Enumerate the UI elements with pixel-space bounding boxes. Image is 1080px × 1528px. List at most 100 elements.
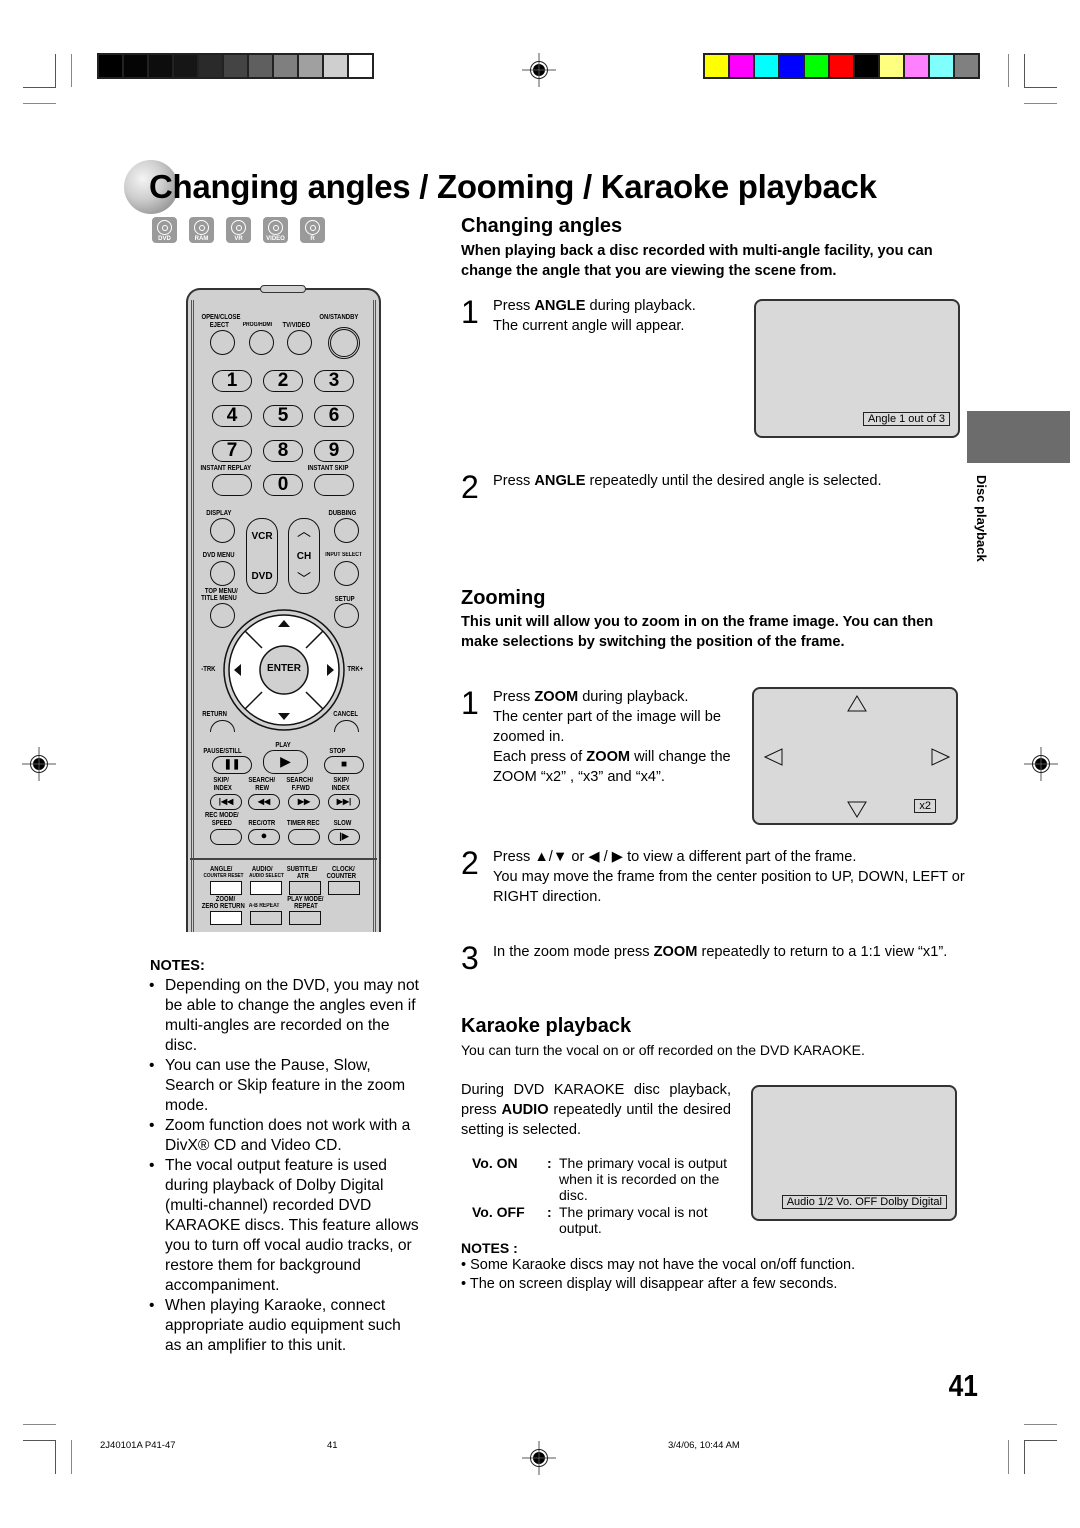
clock-counter-button <box>328 881 360 895</box>
label-tv-video: TV/VIDEO <box>282 322 311 329</box>
color-swatch <box>805 55 828 77</box>
zoom-button <box>210 911 242 925</box>
registration-mark-icon <box>522 53 556 87</box>
digit-4-button: 4 <box>212 405 252 427</box>
zoom-screen-illustration: x2 <box>752 687 958 825</box>
color-swatch <box>730 55 753 77</box>
digit-1-button: 1 <box>212 370 252 392</box>
registration-mark-icon <box>22 747 56 781</box>
key-zoom: ZOOM <box>534 689 579 705</box>
digit-2-button: 2 <box>263 370 303 392</box>
label-pause-still: PAUSE/STILL <box>203 748 242 755</box>
note-item: You can use the Pause, Slow, Search or S… <box>149 1056 419 1116</box>
label-play: PLAY <box>275 742 291 749</box>
label-speed: SPEED <box>211 820 232 827</box>
label-stop: STOP <box>329 748 346 755</box>
label-rec-otr: REC/OTR <box>248 820 276 827</box>
grayscale-swatch <box>174 55 197 77</box>
karaoke-notes-list: Some Karaoke discs may not have the voca… <box>461 1256 971 1294</box>
disc-vr-icon: VR <box>226 217 251 243</box>
digit-7-button: 7 <box>212 440 252 462</box>
label-play-mode: PLAY MODE/ <box>287 896 324 903</box>
label-audio: AUDIO/ <box>251 866 273 873</box>
step-number: 1 <box>461 294 479 330</box>
grayscale-swatch <box>149 55 172 77</box>
label-on-standby: ON/STANDBY <box>319 314 359 321</box>
color-swatch <box>830 55 853 77</box>
page-title: Changing angles / Zooming / Karaoke play… <box>149 168 877 205</box>
label-return: RETURN <box>202 711 227 718</box>
label-trk-minus: -TRK <box>201 666 216 673</box>
digit-0-button: 0 <box>263 474 303 496</box>
remote-control-illustration: OPEN/CLOSE EJECT PROG/HDMI TV/VIDEO ON/S… <box>186 285 381 932</box>
registration-mark-icon <box>522 1441 556 1475</box>
digit-6-button: 6 <box>314 405 354 427</box>
label-display: DISPLAY <box>206 510 232 517</box>
display-button <box>210 518 235 543</box>
color-swatch <box>780 55 803 77</box>
on-standby-button <box>328 327 360 359</box>
note-item: Some Karaoke discs may not have the voca… <box>461 1256 971 1275</box>
pause-still-button: ❚❚ <box>212 756 252 774</box>
step-number: 3 <box>461 940 479 976</box>
color-bar <box>703 53 980 79</box>
option-description: The primary vocal is output when it is r… <box>559 1155 728 1203</box>
note-item: The on screen display will disappear aft… <box>461 1275 971 1294</box>
up-down-arrows-icon: ▲/▼ <box>534 849 568 865</box>
color-swatch <box>905 55 928 77</box>
label-dubbing: DUBBING <box>328 510 357 517</box>
grayscale-swatch <box>249 55 272 77</box>
color-swatch <box>855 55 878 77</box>
rew-button: ◀◀ <box>248 794 280 810</box>
label-rec-mode: REC MODE/ <box>204 812 239 819</box>
footer-page: 41 <box>327 1440 338 1451</box>
prog-hdmi-button <box>249 330 274 355</box>
karaoke-intro-text: You can turn the vocal on or off recorde… <box>461 1042 865 1058</box>
label-top-menu: TOP MENU/ <box>204 588 238 595</box>
grayscale-swatch <box>324 55 347 77</box>
rec-mode-button <box>210 829 242 845</box>
note-item: The vocal output feature is used during … <box>149 1156 419 1296</box>
label-setup: SETUP <box>334 596 355 603</box>
label-ab-repeat: A-B REPEAT <box>248 903 280 909</box>
note-item: Zoom function does not work with a DivX®… <box>149 1116 419 1156</box>
label-dvd-menu: DVD MENU <box>202 552 235 559</box>
label-repeat: REPEAT <box>294 903 318 910</box>
disc-video-icon: VIDEO <box>263 217 288 243</box>
audio-osd: Audio 1/2 Vo. OFF Dolby Digital <box>781 1195 947 1209</box>
zooming-step2-text: Press ▲/▼ or ◀ / ▶ to view a different p… <box>493 849 965 905</box>
label-atr: ATR <box>297 873 309 880</box>
grayscale-swatch <box>99 55 122 77</box>
dubbing-button <box>334 518 359 543</box>
color-swatch <box>955 55 978 77</box>
chapter-tab-label: Disc playback <box>974 475 989 562</box>
label-trk-plus: TRK+ <box>347 666 364 673</box>
label-cancel: CANCEL <box>333 711 358 718</box>
label-enter: ENTER <box>267 663 301 674</box>
play-button: ▶ <box>263 750 308 774</box>
vcr-dvd-switch: VCR DVD <box>246 518 278 594</box>
registration-mark-icon <box>1024 747 1058 781</box>
zooming-step3-text: In the zoom mode press ZOOM repeatedly t… <box>493 944 948 960</box>
label-ffwd: F.FWD <box>291 785 310 792</box>
note-item: Depending on the DVD, you may not be abl… <box>149 976 419 1056</box>
label-eject: EJECT <box>209 322 229 329</box>
digit-9-button: 9 <box>314 440 354 462</box>
option-description: The primary vocal is not output. <box>559 1204 708 1236</box>
chapter-tab <box>967 411 1070 463</box>
grayscale-swatch <box>274 55 297 77</box>
audio-button <box>250 881 282 895</box>
grayscale-swatch <box>299 55 322 77</box>
stop-button: ■ <box>324 756 364 774</box>
left-right-arrows-icon: ◀ / ▶ <box>588 849 624 865</box>
label-index-back: INDEX <box>213 785 232 792</box>
karaoke-instructions: During DVD KARAOKE disc playback, press … <box>461 1082 731 1138</box>
dvd-menu-button <box>210 561 235 586</box>
angles-step2-text: Press ANGLE repeatedly until the desired… <box>493 473 882 489</box>
label-input-select: INPUT SELECT <box>325 552 363 558</box>
label-rew: REW <box>255 785 270 792</box>
label-instant-replay: INSTANT REPLAY <box>200 465 252 472</box>
disc-dvd-icon: DVD <box>152 217 177 243</box>
vocal-option-off: Vo. OFF : The primary vocal is not outpu… <box>472 1204 742 1238</box>
label-search-ffwd: SEARCH/ <box>286 777 314 784</box>
